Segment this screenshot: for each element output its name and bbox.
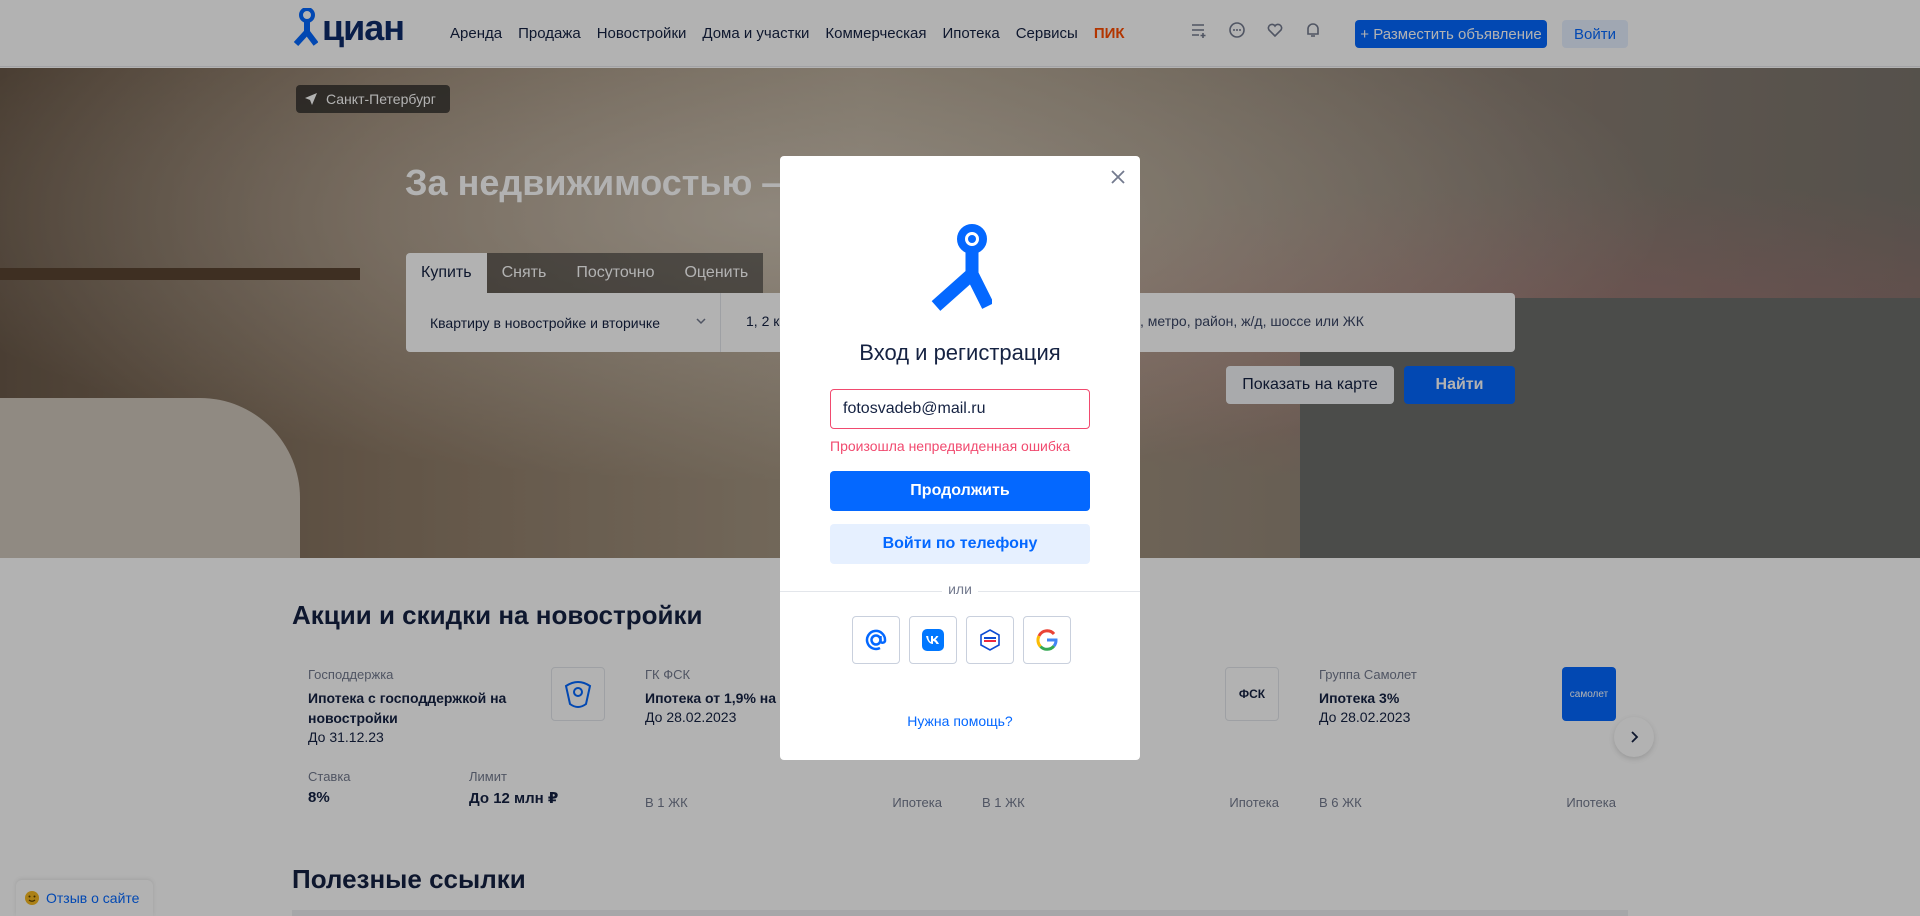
- social-login-buttons: [852, 616, 1071, 664]
- mail-ru-login-button[interactable]: [852, 616, 900, 664]
- help-link[interactable]: Нужна помощь?: [780, 713, 1140, 729]
- gosuslugi-icon: [980, 629, 1000, 651]
- cian-logo-icon: [931, 224, 992, 311]
- vk-icon: [922, 629, 944, 651]
- gosuslugi-login-button[interactable]: [966, 616, 1014, 664]
- login-modal: Вход и регистрация Произошла непредвиден…: [780, 156, 1140, 760]
- google-icon: [1036, 629, 1058, 651]
- continue-button[interactable]: Продолжить: [830, 471, 1090, 511]
- error-message: Произошла непредвиденная ошибка: [830, 438, 1071, 454]
- email-field[interactable]: [830, 389, 1090, 429]
- close-icon[interactable]: [1109, 168, 1127, 186]
- modal-title: Вход и регистрация: [859, 340, 1061, 365]
- mail-ru-icon: [865, 629, 887, 651]
- vk-login-button[interactable]: [909, 616, 957, 664]
- google-login-button[interactable]: [1023, 616, 1071, 664]
- login-by-phone-button[interactable]: Войти по телефону: [830, 524, 1090, 564]
- divider-label: или: [942, 581, 978, 597]
